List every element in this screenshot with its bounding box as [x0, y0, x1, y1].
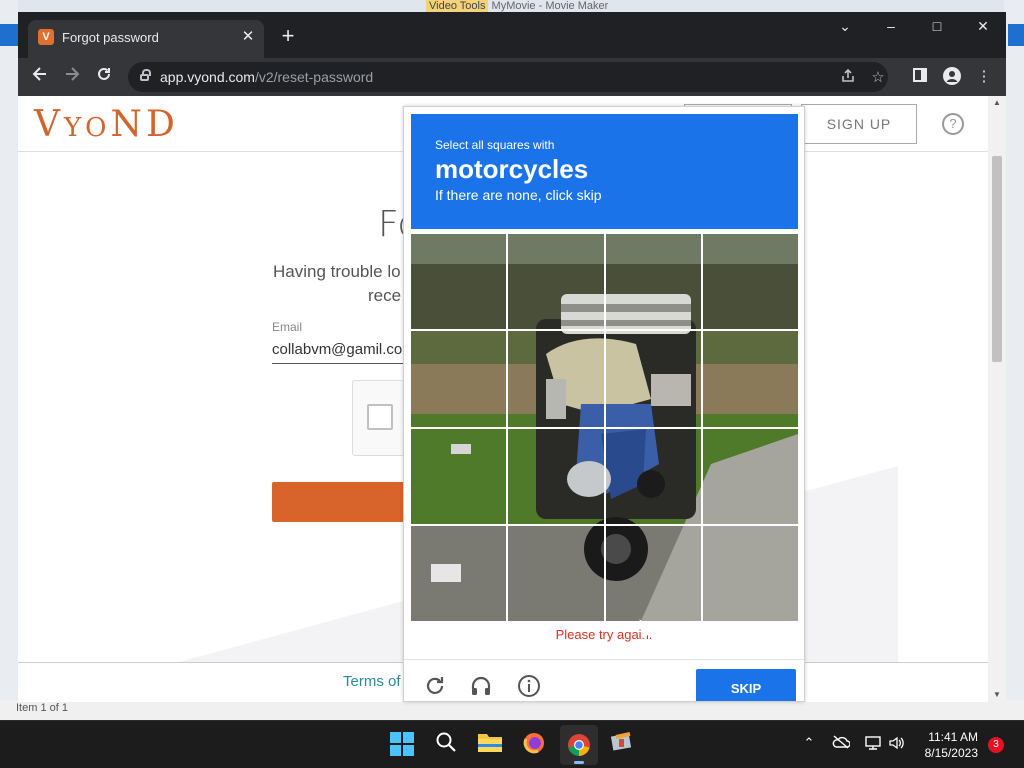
windows-logo-icon: [390, 732, 414, 756]
url-text[interactable]: app.vyond.com/v2/reset-password: [160, 69, 373, 85]
profile-icon[interactable]: [942, 67, 962, 87]
tab-title: Forgot password: [62, 30, 159, 45]
network-icon[interactable]: [862, 735, 884, 754]
page-scrollbar[interactable]: ▲ ▼: [988, 96, 1006, 702]
description-line-2: rece: [368, 286, 402, 305]
tab-close-icon[interactable]: ✕: [238, 27, 258, 47]
captcha-tile[interactable]: [605, 331, 701, 427]
terms-link[interactable]: Terms of: [343, 673, 401, 690]
captcha-tile[interactable]: [605, 525, 701, 621]
instruction-line-1: Select all squares with: [435, 138, 555, 152]
browser-toolbar: app.vyond.com/v2/reset-password ☆ ⋮: [18, 58, 1006, 96]
recaptcha-checkbox[interactable]: [367, 404, 393, 430]
captcha-instructions: Select all squares with motorcycles If t…: [411, 114, 798, 229]
address-bar[interactable]: app.vyond.com/v2/reset-password ☆: [128, 62, 888, 92]
menu-kebab-icon[interactable]: ⋮: [974, 67, 994, 87]
captcha-challenge-dialog: Select all squares with motorcycles If t…: [403, 106, 805, 702]
tab-search-chevron-icon[interactable]: ⌄: [822, 12, 868, 40]
captcha-tile[interactable]: [508, 428, 604, 524]
maximize-button[interactable]: □: [914, 12, 960, 40]
system-clock[interactable]: 11:41 AM 8/15/2023: [912, 729, 978, 761]
help-icon[interactable]: ?: [942, 113, 964, 135]
movie-maker-icon[interactable]: [608, 731, 636, 759]
captcha-tile[interactable]: [508, 525, 604, 621]
clock-date: 8/15/2023: [924, 746, 978, 760]
lock-icon[interactable]: [140, 69, 151, 81]
chrome-icon[interactable]: [560, 725, 598, 765]
new-tab-button[interactable]: +: [276, 24, 300, 48]
sign-up-button[interactable]: SIGN UP: [801, 104, 917, 144]
background-window-title: Video Tools MyMovie - Movie Maker: [426, 0, 608, 12]
captcha-image-grid: [411, 234, 798, 621]
volume-icon[interactable]: [886, 735, 908, 754]
captcha-tile[interactable]: [702, 525, 798, 621]
minimize-button[interactable]: –: [868, 12, 914, 40]
scroll-up-arrow-icon[interactable]: ▲: [988, 96, 1006, 110]
background-status-bar: Item 1 of 1: [0, 700, 1024, 720]
windows-taskbar: ⌃ 11:41 AM 8/15/2023 3: [0, 720, 1024, 768]
captcha-tile[interactable]: [508, 331, 604, 427]
scrollbar-thumb[interactable]: [992, 156, 1002, 362]
desktop-left-strip: [0, 0, 18, 720]
tab-forgot-password[interactable]: V Forgot password ✕: [28, 20, 264, 58]
video-tools-tag: Video Tools: [426, 0, 489, 12]
tab-bar: V Forgot password ✕ + ⌄ – □ ✕: [18, 12, 1006, 58]
bookmark-star-icon[interactable]: ☆: [868, 68, 888, 86]
info-icon[interactable]: [516, 674, 542, 700]
captcha-tile[interactable]: [702, 331, 798, 427]
side-panel-icon[interactable]: [910, 67, 930, 87]
background-app-title: MyMovie - Movie Maker: [491, 0, 609, 12]
show-hidden-icons-chevron-icon[interactable]: ⌃: [798, 735, 820, 751]
back-arrow-icon[interactable]: [28, 65, 52, 89]
captcha-footer: SKIP: [404, 659, 804, 701]
clock-time: 11:41 AM: [928, 730, 978, 744]
desktop-right-strip: [1004, 0, 1024, 720]
captcha-tile[interactable]: [605, 428, 701, 524]
email-label: Email: [272, 320, 303, 334]
firefox-icon[interactable]: [520, 731, 548, 759]
captcha-tile[interactable]: [605, 234, 701, 330]
reload-challenge-icon[interactable]: [422, 674, 448, 700]
vyond-favicon-icon: V: [38, 29, 54, 45]
captcha-tile[interactable]: [411, 331, 507, 427]
status-text: Item 1 of 1: [16, 702, 68, 714]
captcha-error-message: Please try again.: [555, 627, 653, 642]
file-explorer-icon[interactable]: [476, 731, 504, 759]
skip-button[interactable]: SKIP: [696, 669, 796, 701]
instruction-line-3: If there are none, click skip: [435, 187, 602, 203]
search-icon[interactable]: [432, 731, 460, 759]
audio-challenge-headphones-icon[interactable]: [468, 674, 494, 700]
start-button[interactable]: [388, 731, 416, 759]
description-line-1: Having trouble lo: [273, 262, 401, 281]
captcha-tile[interactable]: [411, 525, 507, 621]
reload-icon[interactable]: [92, 65, 116, 89]
captcha-tile[interactable]: [411, 428, 507, 524]
captcha-tile[interactable]: [411, 234, 507, 330]
captcha-tile[interactable]: [508, 234, 604, 330]
close-window-button[interactable]: ✕: [960, 12, 1006, 40]
captcha-tile[interactable]: [702, 234, 798, 330]
captcha-tile[interactable]: [702, 428, 798, 524]
onedrive-offline-icon[interactable]: [830, 735, 852, 752]
notification-badge[interactable]: 3: [988, 737, 1004, 753]
forward-arrow-icon[interactable]: [60, 65, 84, 89]
share-icon[interactable]: [838, 68, 858, 88]
scroll-down-arrow-icon[interactable]: ▼: [988, 688, 1006, 702]
captcha-target: motorcycles: [435, 154, 589, 184]
vyond-logo[interactable]: VYOND: [34, 104, 179, 145]
